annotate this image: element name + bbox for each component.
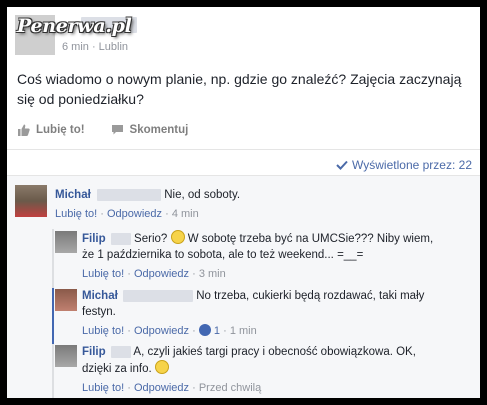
reply-text: W sobotę trzeba być na UMCSie??? Niby wi…: [187, 233, 434, 245]
reply-avatar[interactable]: [55, 231, 77, 253]
post-meta[interactable]: 6 min · Lublin: [62, 41, 128, 53]
watermark-logo: Penerwa.pl: [17, 15, 132, 37]
like-badge-icon[interactable]: [198, 324, 211, 336]
comment-1: Michał Nie, od soboty. Lubię to! · Odpow…: [55, 187, 240, 222]
reply-actions: Lubię to! · Odpowiedz · 3 min: [82, 268, 226, 280]
reply-text: festyn.: [82, 306, 116, 318]
comment-button[interactable]: Skomentuj: [111, 124, 189, 136]
reply-actions: Lubię to! · Odpowiedz · Przed chwilą: [82, 382, 262, 394]
comment-reply-link[interactable]: Odpowiedz: [107, 208, 162, 220]
like-button[interactable]: Lubię to!: [17, 124, 85, 136]
comment-text: Nie, od soboty.: [164, 189, 241, 201]
reply-time[interactable]: Przed chwilą: [199, 382, 261, 394]
thumbs-up-icon: [18, 124, 30, 136]
comment-like-link[interactable]: Lubię to!: [55, 208, 97, 220]
reply-author[interactable]: Michał: [82, 290, 118, 302]
reply-like-link[interactable]: Lubię to!: [82, 268, 124, 280]
reply-3: Filip A, czyli jakieś targi pracy i obec…: [82, 344, 416, 396]
reply-2: Michał No trzeba, cukierki będą rozdawać…: [82, 288, 424, 339]
reply-author[interactable]: Filip: [82, 346, 106, 358]
reply-actions: Lubię to! · Odpowiedz · 1 · 1 min: [82, 324, 257, 337]
reply-thread-highlight: [52, 288, 54, 344]
author-surname-blurred[interactable]: [97, 188, 161, 201]
reply-reply-link[interactable]: Odpowiedz: [134, 268, 189, 280]
reply-like-link[interactable]: Lubię to!: [82, 382, 124, 394]
comment-bubble-icon: [111, 125, 123, 135]
comment-author[interactable]: Michał: [55, 189, 91, 201]
reply-text: No trzeba, cukierki będą rozdawać, taki …: [196, 290, 425, 302]
comment-label: Skomentuj: [129, 124, 189, 136]
seen-label: Wyświetlone przez: 22: [352, 158, 472, 172]
reply-avatar[interactable]: [55, 289, 77, 311]
reply-time[interactable]: 1 min: [230, 325, 257, 337]
comment-actions: Lubię to! · Odpowiedz · 4 min: [55, 208, 199, 220]
like-count[interactable]: 1: [214, 325, 220, 337]
reply-text: A, czyli jakieś targi pracy i obecność o…: [133, 346, 416, 358]
reply-author[interactable]: Filip: [82, 233, 106, 245]
author-surname-blurred[interactable]: [110, 345, 131, 358]
author-surname-blurred[interactable]: [110, 232, 131, 245]
like-label: Lubię to!: [36, 124, 85, 136]
divider: [7, 149, 480, 150]
post-actions: Lubię to! Skomentuj: [17, 124, 214, 136]
seen-by[interactable]: Wyświetlone przez: 22: [336, 158, 472, 172]
reply-like-link[interactable]: Lubię to!: [82, 325, 124, 337]
reply-time[interactable]: 3 min: [199, 268, 226, 280]
reply-avatar[interactable]: [55, 345, 77, 367]
author-surname-blurred[interactable]: [123, 289, 193, 302]
reply-text: dzięki za info.: [82, 363, 152, 375]
post-frame: Penerwa.pl 6 min · Lublin Coś wiadomo o …: [7, 7, 480, 398]
reply-reply-link[interactable]: Odpowiedz: [134, 382, 189, 394]
reply-reply-link[interactable]: Odpowiedz: [134, 325, 189, 337]
comment-time[interactable]: 4 min: [172, 208, 199, 220]
smile-emoji-icon: [154, 360, 169, 374]
commenter-avatar[interactable]: [15, 185, 47, 217]
surprised-emoji-icon: [170, 230, 185, 244]
reply-1: Filip Serio? W sobotę trzeba być na UMCS…: [82, 230, 433, 282]
reply-text: Serio?: [134, 233, 168, 245]
post-text: Coś wiadomo o nowym planie, np. gdzie go…: [17, 71, 462, 107]
checkmark-icon: [336, 160, 348, 170]
reply-text: że 1 października to sobota, ale to też …: [82, 249, 364, 261]
